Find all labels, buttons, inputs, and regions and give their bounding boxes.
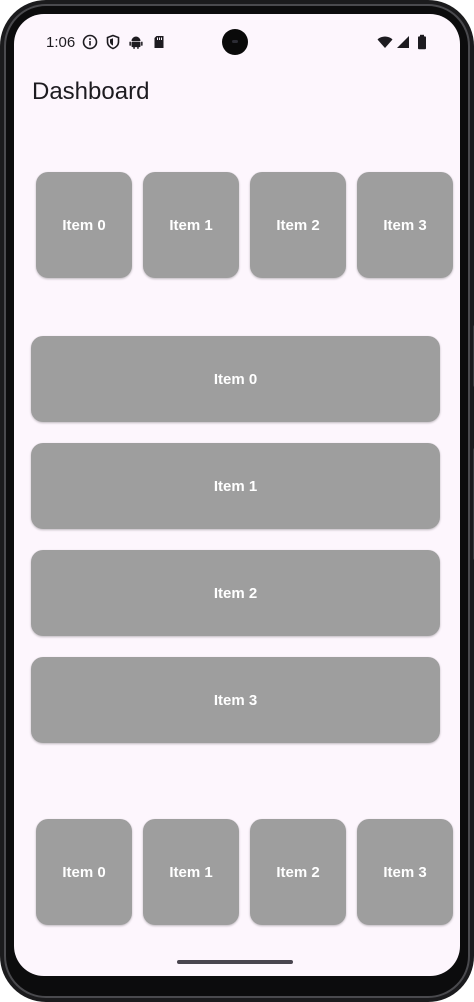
shield-icon [106, 34, 120, 50]
info-icon [82, 34, 98, 50]
list-item-1[interactable]: Item 1 [31, 443, 440, 529]
wifi-icon [377, 36, 393, 48]
item-label: Item 3 [383, 863, 427, 881]
page-title: Dashboard [32, 78, 150, 105]
item-label: Item 1 [213, 477, 258, 495]
android-icon [129, 36, 143, 49]
item-label: Item 0 [62, 863, 106, 881]
status-bar: 1:06 [14, 14, 460, 70]
item-label: Item 3 [383, 216, 427, 234]
bottom-row-item-2[interactable]: Item 2 [250, 819, 346, 925]
item-label: Item 2 [213, 584, 258, 602]
bottom-row-item-0[interactable]: Item 0 [36, 819, 132, 925]
item-label: Item 0 [62, 216, 106, 234]
item-label: Item 0 [213, 370, 258, 388]
list-item-2[interactable]: Item 2 [31, 550, 440, 636]
list-item-3[interactable]: Item 3 [31, 657, 440, 743]
front-camera [222, 29, 248, 55]
bottom-horizontal-row[interactable]: Item 0 Item 1 Item 2 Item 3 [14, 819, 460, 925]
top-row-item-3[interactable]: Item 3 [357, 172, 453, 278]
battery-icon [418, 34, 426, 50]
phone-frame: 1:06 Dashboard Item 0 Item 1 Item 2 Item… [0, 0, 474, 1002]
sd-card-icon [154, 36, 164, 48]
status-time: 1:06 [46, 34, 76, 51]
top-horizontal-row[interactable]: Item 0 Item 1 Item 2 Item 3 [14, 172, 460, 278]
item-label: Item 3 [213, 691, 258, 709]
home-indicator[interactable] [177, 960, 293, 964]
top-row-item-2[interactable]: Item 2 [250, 172, 346, 278]
item-label: Item 2 [276, 216, 320, 234]
bottom-row-item-3[interactable]: Item 3 [357, 819, 453, 925]
item-label: Item 1 [169, 863, 213, 881]
item-label: Item 1 [169, 216, 213, 234]
item-label: Item 2 [276, 863, 320, 881]
signal-icon [397, 36, 409, 48]
bottom-row-item-1[interactable]: Item 1 [143, 819, 239, 925]
vertical-list: Item 0 Item 1 Item 2 Item 3 [14, 336, 460, 744]
screen: 1:06 Dashboard Item 0 Item 1 Item 2 Item… [14, 14, 460, 976]
top-row-item-0[interactable]: Item 0 [36, 172, 132, 278]
list-item-0[interactable]: Item 0 [31, 336, 440, 422]
top-row-item-1[interactable]: Item 1 [143, 172, 239, 278]
